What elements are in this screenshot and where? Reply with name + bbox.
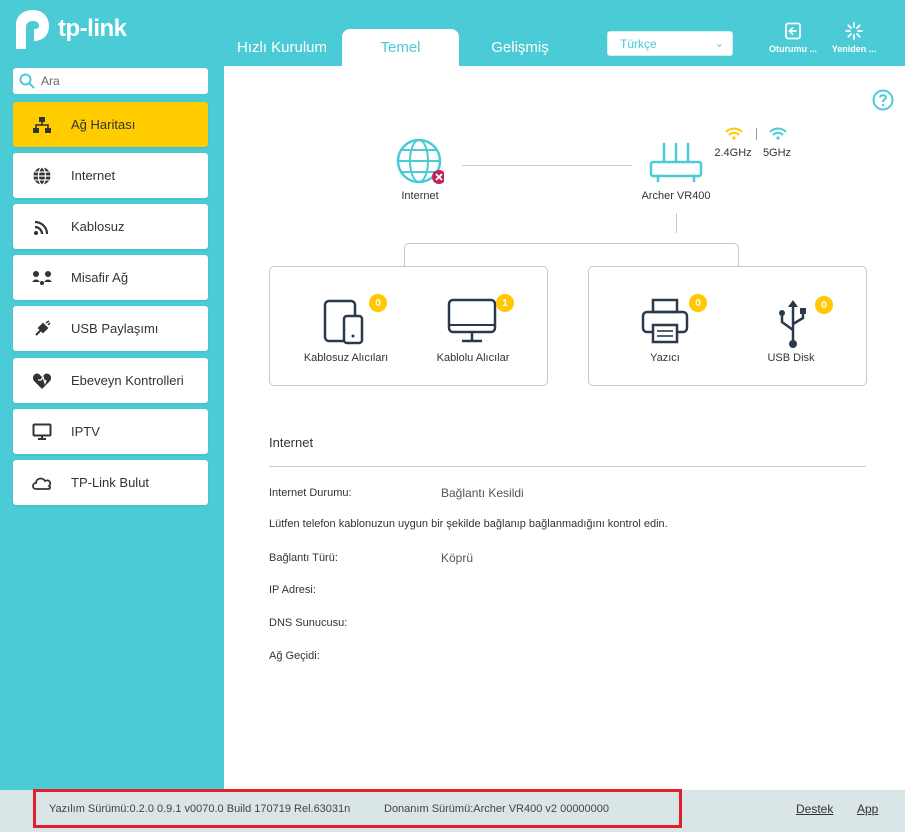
guest-network-icon [13, 270, 71, 286]
search-icon [19, 73, 35, 89]
band-24-label: 2.4GHz [714, 147, 752, 159]
wireless-clients-count-badge: 0 [369, 294, 387, 312]
clients-box [269, 266, 548, 386]
cloud-icon [13, 475, 71, 491]
internet-node[interactable] [396, 138, 446, 186]
printer-count-badge: 0 [689, 294, 707, 312]
sidebar-item-internet[interactable]: Internet [13, 153, 208, 198]
gateway-label: Ağ Geçidi: [269, 650, 320, 662]
search-box[interactable] [13, 68, 208, 94]
wired-clients-label: Kablolu Alıcılar [436, 352, 510, 364]
tablet-phone-icon [323, 299, 364, 345]
usb-disk-label: USB Disk [767, 352, 815, 364]
sidebar-item-tp-link-cloud[interactable]: TP-Link Bulut [13, 460, 208, 505]
sidebar-item-label: TP-Link Bulut [71, 475, 150, 490]
logout-button[interactable]: Oturumu ... [763, 22, 823, 58]
wired-clients-count-badge: 1 [496, 294, 514, 312]
logout-label: Oturumu ... [769, 44, 817, 54]
logout-icon [785, 22, 801, 40]
help-button[interactable] [872, 89, 894, 116]
printer-icon [641, 298, 689, 344]
router-icon [649, 142, 703, 183]
wifi-icon [13, 218, 71, 236]
dns-server-label: DNS Sunucusu: [269, 617, 348, 629]
tp-link-logo[interactable]: tp-link [12, 6, 142, 52]
connection-type-label: Bağlantı Türü: [269, 552, 338, 564]
sidebar-item-label: Ebeveyn Kontrolleri [71, 373, 184, 388]
section-divider [269, 466, 866, 467]
sidebar-item-usb-sharing[interactable]: USB Paylaşımı [13, 306, 208, 351]
firmware-version: Yazılım Sürümü:0.2.0 0.9.1 v0070.0 Build… [49, 803, 351, 815]
sidebar-item-label: Ağ Haritası [71, 117, 136, 132]
tab-quick-setup[interactable]: Hızlı Kurulum [232, 29, 332, 66]
usb-disk-count-badge: 0 [815, 296, 833, 314]
band-5-label: 5GHz [762, 147, 792, 159]
usb-symbol-icon [779, 300, 806, 348]
wireless-clients-label: Kablosuz Alıcıları [303, 352, 389, 364]
printer-node[interactable] [640, 296, 690, 351]
tab-advanced[interactable]: Gelişmiş [470, 29, 570, 66]
sidebar-item-label: Kablosuz [71, 219, 125, 234]
reboot-label: Yeniden ... [831, 44, 877, 54]
usb-devices-box [588, 266, 867, 386]
connection-hint: Lütfen telefon kablonuzun uygun bir şeki… [269, 518, 668, 530]
router-drop-line [676, 213, 677, 233]
sidebar-item-label: Misafir Ağ [71, 270, 129, 285]
globe-icon [13, 166, 71, 186]
usb-disk-node[interactable] [775, 298, 811, 355]
wifi-24ghz-icon [725, 127, 743, 140]
printer-label: Yazıcı [650, 352, 680, 364]
sidebar-item-parental-controls[interactable]: Ebeveyn Kontrolleri [13, 358, 208, 403]
usb-icon [13, 319, 71, 338]
sidebar-item-label: Internet [71, 168, 116, 183]
wifi-5ghz-icon [769, 127, 787, 140]
search-input[interactable] [41, 74, 191, 88]
sidebar-item-network-map[interactable]: Ağ Haritası [13, 102, 208, 147]
globe-icon [396, 138, 446, 184]
tab-basic[interactable]: Temel [342, 29, 459, 66]
logo-text: tp-link [58, 15, 127, 42]
language-select[interactable]: Türkçe ⌄ [607, 31, 733, 56]
internet-router-link [462, 165, 632, 166]
network-map-icon [13, 116, 71, 134]
sidebar-item-iptv[interactable]: IPTV [13, 409, 208, 454]
connection-type-value: Köprü [441, 551, 474, 565]
band-divider [756, 128, 757, 140]
header: tp-link Hızlı Kurulum Temel Gelişmiş Tür… [0, 0, 905, 66]
ip-address-label: IP Adresi: [269, 584, 316, 596]
help-icon [872, 89, 894, 111]
router-node[interactable] [648, 140, 704, 184]
support-link[interactable]: Destek [796, 802, 833, 816]
sidebar-item-wireless[interactable]: Kablosuz [13, 204, 208, 249]
router-label: Archer VR400 [641, 190, 711, 202]
branch-connector [404, 243, 739, 267]
reboot-button[interactable]: Yeniden ... [824, 22, 884, 58]
internet-section-title: Internet [269, 435, 314, 450]
wireless-clients-node[interactable] [320, 296, 370, 351]
reboot-icon [845, 22, 863, 40]
parental-heart-icon [13, 372, 71, 390]
internet-label: Internet [401, 190, 439, 202]
desktop-monitor-icon [447, 298, 497, 343]
language-value: Türkçe [620, 36, 657, 51]
sidebar-item-label: USB Paylaşımı [71, 321, 159, 336]
monitor-icon [13, 423, 71, 441]
sidebar-item-label: IPTV [71, 424, 100, 439]
wired-clients-node[interactable] [446, 296, 498, 351]
internet-status-label: Internet Durumu: [269, 487, 352, 499]
chevron-down-icon: ⌄ [714, 38, 724, 50]
sidebar-item-guest-network[interactable]: Misafir Ağ [13, 255, 208, 300]
main-panel [224, 66, 905, 790]
tp-link-logo-icon [16, 10, 49, 49]
internet-status-value: Bağlantı Kesildi [441, 486, 524, 500]
hardware-version: Donanım Sürümü:Archer VR400 v2 00000000 [384, 803, 610, 815]
app-link[interactable]: App [857, 802, 878, 816]
